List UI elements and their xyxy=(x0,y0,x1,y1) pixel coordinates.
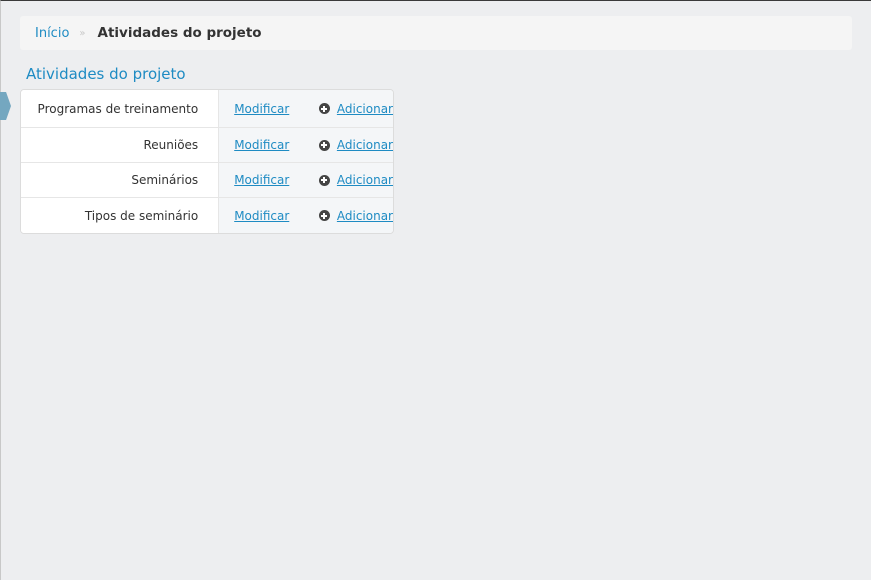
model-name[interactable]: Reuniões xyxy=(21,128,219,162)
table-row: Programas de treinamento Modificar Adici… xyxy=(21,90,393,127)
add-cell: Adicionar xyxy=(316,163,393,197)
breadcrumb-separator: » xyxy=(79,27,86,39)
table-row: Tipos de seminário Modificar Adicionar xyxy=(21,197,393,233)
plus-circle-icon[interactable] xyxy=(318,139,330,151)
plus-circle-icon[interactable] xyxy=(318,210,330,221)
model-name[interactable]: Programas de treinamento xyxy=(21,90,219,127)
module-table: Programas de treinamento Modificar Adici… xyxy=(20,89,394,234)
change-cell: Modificar xyxy=(218,128,317,162)
add-link[interactable]: Adicionar xyxy=(337,209,393,223)
add-link[interactable]: Adicionar xyxy=(337,173,393,187)
breadcrumb-current: Atividades do projeto xyxy=(97,25,262,41)
change-cell: Modificar xyxy=(218,198,317,233)
breadcrumb-home-link[interactable]: Início xyxy=(35,26,69,41)
plus-circle-icon[interactable] xyxy=(318,103,330,114)
add-cell: Adicionar xyxy=(316,198,393,233)
add-link[interactable]: Adicionar xyxy=(337,138,393,152)
change-link[interactable]: Modificar xyxy=(234,138,289,152)
sidebar-toggle-arrow-icon[interactable] xyxy=(0,92,11,120)
add-link[interactable]: Adicionar xyxy=(337,102,393,116)
change-link[interactable]: Modificar xyxy=(234,173,289,187)
change-link[interactable]: Modificar xyxy=(234,209,289,223)
add-cell: Adicionar xyxy=(316,90,393,127)
module-title[interactable]: Atividades do projeto xyxy=(26,65,186,83)
model-name[interactable]: Tipos de seminário xyxy=(21,198,219,233)
model-name[interactable]: Seminários xyxy=(21,163,219,197)
table-row: Seminários Modificar Adicionar xyxy=(21,162,393,197)
breadcrumb: Início » Atividades do projeto xyxy=(20,16,852,50)
add-cell: Adicionar xyxy=(316,128,393,162)
plus-circle-icon[interactable] xyxy=(318,174,330,186)
table-row: Reuniões Modificar Adicionar xyxy=(21,127,393,162)
change-cell: Modificar xyxy=(218,90,317,127)
change-link[interactable]: Modificar xyxy=(234,102,289,116)
change-cell: Modificar xyxy=(218,163,317,197)
